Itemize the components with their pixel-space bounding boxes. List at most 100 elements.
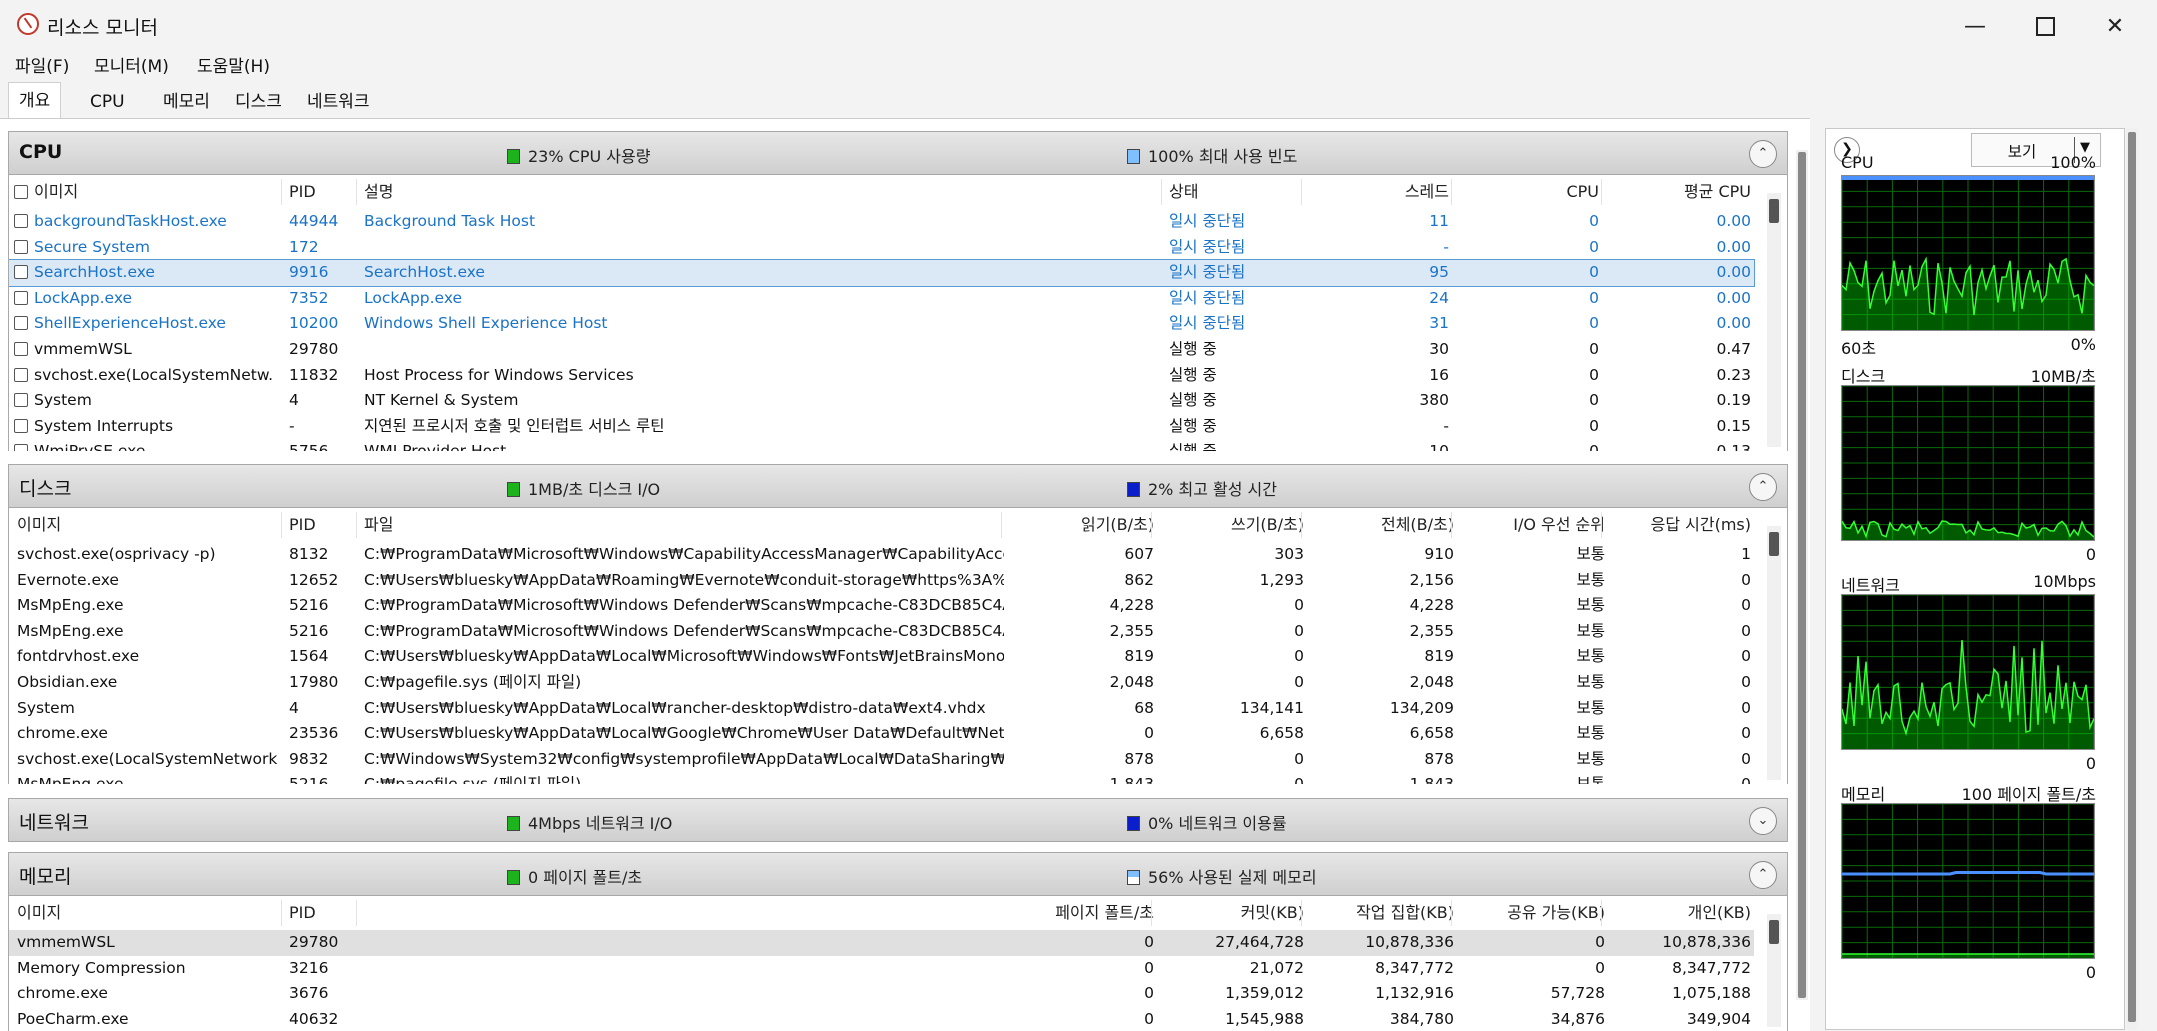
row-checkbox[interactable] [14,214,28,228]
tab-disk[interactable]: 디스크 [225,86,292,118]
tab-overview[interactable]: 개요 [8,82,62,119]
disk-header-5[interactable]: 전체(B/초) [1309,508,1454,542]
row-checkbox[interactable] [14,418,28,433]
row-checkbox[interactable] [14,316,28,331]
column-divider[interactable] [1161,179,1162,205]
cpu-row[interactable]: backgroundTaskHost.exe 44944 Background Ta… [9,209,1754,235]
memory-table-scrollbar[interactable] [1767,914,1781,1027]
disk-row[interactable]: MsMpEng.exe 5216 C:₩ProgramData₩Microsoft₩… [9,593,1754,619]
memory-header-2[interactable]: 페이지 폴트/초 [364,896,1154,930]
memory-section-header[interactable]: 메모리 0 페이지 폴트/초 56% 사용된 실제 메모리 ⌃ [8,852,1788,896]
column-divider[interactable] [281,179,282,205]
minimize-button[interactable]: — [1940,0,2010,52]
memory-header-1[interactable]: PID [289,896,359,930]
column-divider[interactable] [1601,179,1602,205]
disk-header-1[interactable]: PID [289,508,359,542]
menu-monitor[interactable]: 모니터(M) [94,52,169,77]
disk-row[interactable]: MsMpEng.exe 5216 C:₩ProgramData₩Microsoft₩… [9,619,1754,645]
column-divider[interactable] [1451,179,1452,205]
memory-row[interactable]: vmmemWSL 29780 0 27,464,728 10,878,336 0 10,87… [9,930,1754,956]
memory-table-scrollbar-thumb[interactable] [1769,920,1779,944]
cpu-row[interactable]: vmmemWSL 29780 실행 중 30 0 0.47 [9,337,1754,363]
disk-row[interactable]: MsMpEng.exe 5216 C:₩pagefile.sys (페이지 파일) 1… [9,772,1754,784]
memory-collapse-icon[interactable]: ⌃ [1749,861,1777,889]
cpu-section-header[interactable]: CPU 23% CPU 사용량 100% 최대 사용 빈도 ⌃ [8,131,1788,175]
disk-header-4[interactable]: 쓰기(B/초) [1159,508,1304,542]
column-divider[interactable] [1151,900,1152,926]
cpu-header-1[interactable]: PID [289,175,359,209]
disk-header-3[interactable]: 읽기(B/초) [1009,508,1154,542]
cpu-row[interactable]: SearchHost.exe 9916 SearchHost.exe 일시 중단됨 95… [9,259,1755,287]
column-divider[interactable] [356,900,357,926]
memory-header-0[interactable]: 이미지 [17,896,279,930]
memory-row[interactable]: Memory Compression 3216 0 21,072 8,347,772 0 8… [9,956,1754,982]
disk-row[interactable]: fontdrvhost.exe 1564 C:₩Users₩bluesky₩AppD… [9,644,1754,670]
cpu-header-3[interactable]: 상태 [1169,175,1299,209]
main-scrollbar-thumb[interactable] [1798,152,1806,998]
cpu-header-6[interactable]: 평균 CPU [1609,175,1751,209]
cpu-table-scrollbar-thumb[interactable] [1769,199,1779,223]
row-checkbox[interactable] [14,393,28,408]
disk-header-7[interactable]: 응답 시간(ms) [1609,508,1751,542]
disk-row[interactable]: Evernote.exe 12652 C:₩Users₩bluesky₩AppDat… [9,568,1754,594]
disk-table-scrollbar-thumb[interactable] [1769,532,1779,556]
memory-header-4[interactable]: 작업 집합(KB) [1309,896,1454,930]
column-divider[interactable] [356,179,357,205]
tab-memory[interactable]: 메모리 [153,86,220,118]
cpu-row[interactable]: svchost.exe(LocalSystemNetw... 11832 Host … [9,363,1754,389]
tab-network[interactable]: 네트워크 [297,86,380,118]
memory-header-6[interactable]: 개인(KB) [1609,896,1751,930]
column-divider[interactable] [1601,512,1602,538]
cpu-table-scrollbar[interactable] [1767,193,1781,447]
cpu-collapse-icon[interactable]: ⌃ [1749,140,1777,168]
cpu-header-4[interactable]: 스레드 [1309,175,1449,209]
row-checkbox[interactable] [14,367,28,382]
cpu-header-5[interactable]: CPU [1459,175,1599,209]
disk-collapse-icon[interactable]: ⌃ [1749,473,1777,501]
cpu-row[interactable]: ShellExperienceHost.exe 10200 Windows Shel… [9,311,1754,337]
row-checkbox[interactable] [14,265,28,280]
column-divider[interactable] [281,512,282,538]
select-all-checkbox[interactable] [14,185,28,199]
column-divider[interactable] [1301,179,1302,205]
tab-cpu[interactable]: CPU [80,86,135,118]
disk-table-scrollbar[interactable] [1767,526,1781,780]
row-checkbox[interactable] [14,342,28,356]
column-divider[interactable] [1451,900,1452,926]
memory-header-3[interactable]: 커밋(KB) [1159,896,1304,930]
cpu-row[interactable]: System 4 NT Kernel & System 실행 중 380 0 0.19 [9,388,1754,414]
disk-header-0[interactable]: 이미지 [17,508,279,542]
graph-panel-scrollbar-thumb[interactable] [2128,132,2136,1022]
close-button[interactable]: ✕ [2080,0,2150,52]
maximize-button[interactable] [2010,0,2080,52]
column-divider[interactable] [281,900,282,926]
disk-row[interactable]: Obsidian.exe 17980 C:₩pagefile.sys (페이지 파일… [9,670,1754,696]
column-divider[interactable] [1451,512,1452,538]
menu-help[interactable]: 도움말(H) [197,52,270,77]
disk-row[interactable]: System 4 C:₩Users₩bluesky₩AppData₩Local₩ra… [9,696,1754,722]
menu-file[interactable]: 파일(F) [15,52,69,77]
column-divider[interactable] [1301,900,1302,926]
row-checkbox[interactable] [14,239,28,254]
memory-row[interactable]: chrome.exe 3676 0 1,359,012 1,132,916 57,728 1… [9,981,1754,1007]
network-expand-icon[interactable]: ⌄ [1749,807,1777,835]
row-checkbox[interactable] [14,290,28,305]
memory-row[interactable]: PoeCharm.exe 40632 0 1,545,988 384,780 34,876… [9,1007,1754,1031]
column-divider[interactable] [356,512,357,538]
network-section-header[interactable]: 네트워크 4Mbps 네트워크 I/O 0% 네트워크 이용률 ⌄ [8,798,1788,842]
disk-row[interactable]: chrome.exe 23536 C:₩Users₩bluesky₩AppData₩… [9,721,1754,747]
cpu-header-0[interactable]: 이미지 [34,175,274,209]
cpu-header-2[interactable]: 설명 [364,175,1154,209]
column-divider[interactable] [1001,512,1002,538]
disk-row[interactable]: svchost.exe(osprivacy -p) 8132 C:₩ProgramD… [9,542,1754,568]
disk-row[interactable]: svchost.exe(LocalSystemNetwork... 9832 C:₩… [9,747,1754,773]
disk-header-2[interactable]: 파일 [364,508,1004,542]
memory-header-5[interactable]: 공유 가능(KB) [1459,896,1605,930]
column-divider[interactable] [1301,512,1302,538]
row-checkbox[interactable] [14,444,28,451]
cpu-row[interactable]: WmiPrvSE.exe 5756 WMI Provider Host 실행 중 10 0… [9,439,1754,451]
disk-section-header[interactable]: 디스크 1MB/초 디스크 I/O 2% 최고 활성 시간 ⌃ [8,464,1788,508]
cpu-row[interactable]: LockApp.exe 7352 LockApp.exe 일시 중단됨 24 0 0.00 [9,286,1754,312]
cpu-row[interactable]: Secure System 172 일시 중단됨 - 0 0.00 [9,235,1754,261]
disk-header-6[interactable]: I/O 우선 순위 [1459,508,1605,542]
